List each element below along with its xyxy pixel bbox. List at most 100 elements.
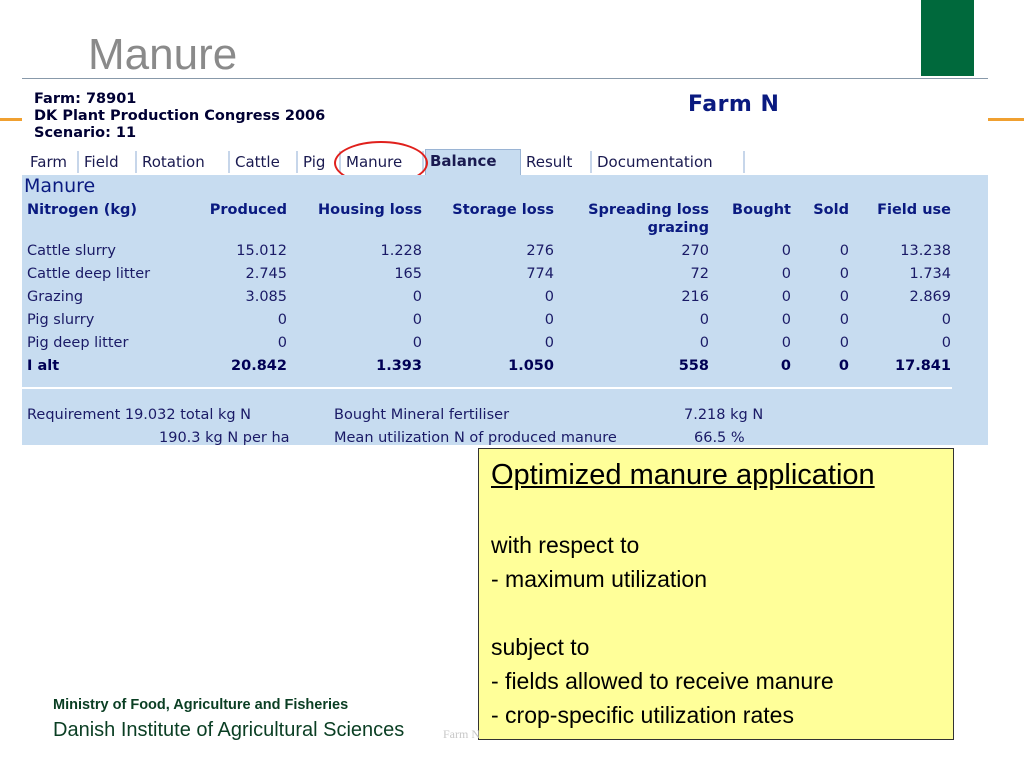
table-row: Pig deep litter 0 0 0 0 0 0 0	[22, 331, 951, 354]
header-produced: Produced	[209, 202, 287, 218]
total-bought: 0	[780, 357, 791, 374]
total-label: I alt	[27, 357, 60, 374]
cell-bought: 0	[781, 265, 791, 282]
header-bought: Bought	[732, 202, 791, 218]
header-spreading-loss-sub: grazing	[647, 220, 709, 236]
footer-ministry: Ministry of Food, Agriculture and Fisher…	[53, 697, 349, 713]
total-sold: 0	[838, 357, 849, 374]
cell-sold: 0	[839, 265, 849, 282]
cell-produced: 0	[277, 334, 287, 351]
scenario-id: Scenario: 11	[34, 125, 137, 141]
farm-info: Farm: 78901 DK Plant Production Congress…	[34, 91, 325, 142]
callout-line: - fields allowed to receive manure	[491, 668, 834, 694]
table-row: Grazing 3.085 0 0 216 0 0 2.869	[22, 285, 951, 308]
cell-storage-loss: 774	[526, 265, 554, 282]
cell-housing-loss: 1.228	[380, 242, 422, 259]
total-produced: 20.842	[231, 357, 287, 374]
callout-spacer	[491, 596, 941, 630]
cell-housing-loss: 0	[412, 311, 422, 328]
tab-cattle[interactable]: Cattle	[231, 151, 298, 173]
bought-mineral-label: Bought Mineral fertiliser	[334, 407, 510, 423]
tab-field[interactable]: Field	[80, 151, 137, 173]
tab-result[interactable]: Result	[522, 151, 592, 173]
farm-n-app-screenshot: Farm: 78901 DK Plant Production Congress…	[22, 78, 988, 445]
cell-field-use: 13.238	[900, 242, 951, 259]
mean-utilization-value: 66.5 %	[694, 430, 745, 445]
tab-documentation[interactable]: Documentation	[593, 151, 745, 173]
slide-title: Manure	[88, 30, 238, 79]
row-label: Cattle deep litter	[27, 265, 151, 282]
bought-mineral-value: 7.218 kg N	[684, 407, 764, 423]
total-housing-loss: 1.393	[376, 357, 422, 374]
app-title: Farm N	[688, 92, 780, 117]
manure-table: Nitrogen (kg) Produced Housing loss Stor…	[22, 201, 951, 377]
tab-balance[interactable]: Balance	[425, 149, 521, 175]
header-spreading-loss: Spreading loss grazing	[554, 201, 709, 239]
callout-line: - maximum utilization	[491, 566, 707, 592]
tab-farm[interactable]: Farm	[26, 151, 79, 173]
cell-field-use: 2.869	[909, 288, 951, 305]
cell-field-use: 1.734	[909, 265, 951, 282]
cell-spreading-loss: 0	[699, 334, 709, 351]
header-sold: Sold	[813, 202, 849, 218]
callout-line: with respect to	[491, 532, 640, 558]
cell-spreading-loss: 0	[699, 311, 709, 328]
cell-spreading-loss: 270	[681, 242, 709, 259]
cell-sold: 0	[839, 334, 849, 351]
table-row: Pig slurry 0 0 0 0 0 0 0	[22, 308, 951, 331]
farm-id: Farm: 78901	[34, 91, 137, 107]
cell-bought: 0	[781, 311, 791, 328]
row-label: Grazing	[27, 288, 84, 305]
total-field-use: 17.841	[895, 357, 951, 374]
cell-produced: 0	[277, 311, 287, 328]
table-header-row: Nitrogen (kg) Produced Housing loss Stor…	[22, 201, 951, 239]
mean-utilization-label: Mean utilization N of produced manure	[334, 430, 617, 445]
cell-housing-loss: 0	[412, 334, 422, 351]
orange-divider-left	[0, 118, 22, 121]
cell-housing-loss: 165	[394, 265, 422, 282]
cell-produced: 15.012	[236, 242, 287, 259]
cell-sold: 0	[839, 288, 849, 305]
row-label: Pig deep litter	[27, 334, 129, 351]
panel-title: Manure	[24, 175, 96, 197]
cell-field-use: 0	[941, 334, 951, 351]
requirement-total: Requirement 19.032 total kg N	[27, 407, 252, 423]
cell-produced: 2.745	[245, 265, 287, 282]
header-nitrogen: Nitrogen (kg)	[27, 202, 138, 218]
total-storage-loss: 1.050	[508, 357, 554, 374]
cell-storage-loss: 276	[526, 242, 554, 259]
callout-line: - crop-specific utilization rates	[491, 702, 794, 728]
cell-field-use: 0	[941, 311, 951, 328]
total-spreading-loss: 558	[678, 357, 709, 374]
cell-bought: 0	[781, 334, 791, 351]
callout-box: Optimized manure application with respec…	[478, 448, 954, 740]
cell-housing-loss: 0	[412, 288, 422, 305]
table-total-row: I alt 20.842 1.393 1.050 558 0 0 17.841	[22, 354, 951, 377]
row-label: Cattle slurry	[27, 242, 116, 259]
cell-spreading-loss: 216	[681, 288, 709, 305]
cell-bought: 0	[781, 288, 791, 305]
requirement-per-ha: 190.3 kg N per ha	[159, 430, 290, 445]
header-storage-loss: Storage loss	[452, 202, 554, 218]
green-corner-bar	[921, 0, 974, 76]
cell-storage-loss: 0	[544, 288, 554, 305]
cell-storage-loss: 0	[544, 334, 554, 351]
manure-panel: Manure Nitrogen (kg) Produced Housing lo…	[22, 175, 988, 445]
footer-tag: Farm N	[443, 727, 480, 741]
table-row: Cattle deep litter 2.745 165 774 72 0 0 …	[22, 262, 951, 285]
header-housing-loss: Housing loss	[318, 202, 422, 218]
summary-divider	[22, 387, 952, 389]
tab-bar: Farm Field Rotation Cattle Pig Manure Ba…	[22, 149, 988, 175]
cell-bought: 0	[781, 242, 791, 259]
congress-name: DK Plant Production Congress 2006	[34, 108, 326, 124]
cell-sold: 0	[839, 242, 849, 259]
header-field-use: Field use	[877, 202, 951, 218]
cell-produced: 3.085	[245, 288, 287, 305]
cell-spreading-loss: 72	[690, 265, 709, 282]
orange-divider-right	[988, 118, 1024, 121]
callout-line: subject to	[491, 634, 590, 660]
footer-institute: Danish Institute of Agricultural Science…	[53, 719, 405, 741]
app-header: Farm: 78901 DK Plant Production Congress…	[22, 79, 988, 185]
cell-sold: 0	[839, 311, 849, 328]
tab-rotation[interactable]: Rotation	[138, 151, 230, 173]
